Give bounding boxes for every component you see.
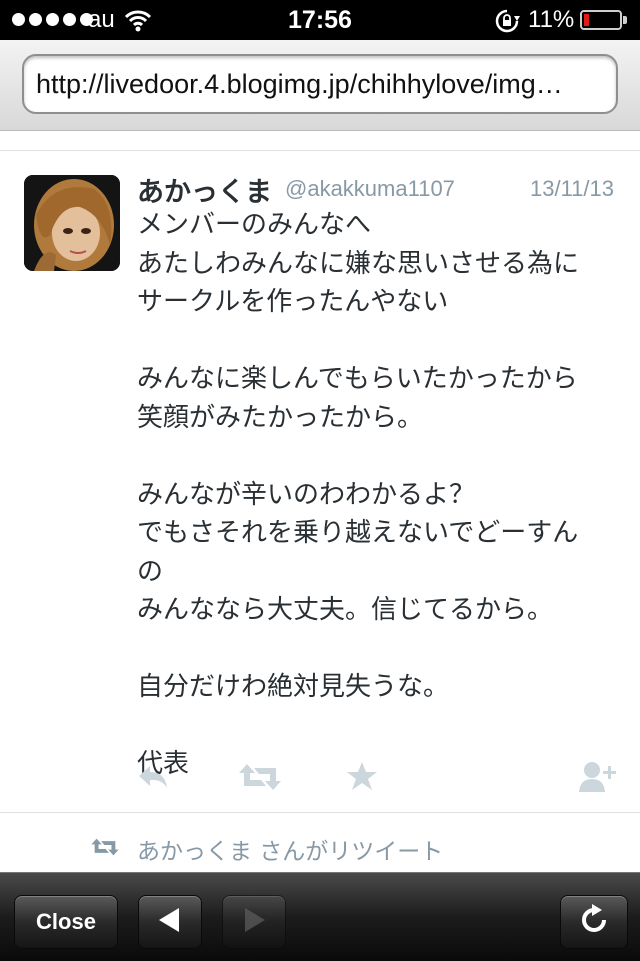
forward-button[interactable] xyxy=(222,895,286,949)
retweet-icon xyxy=(90,836,120,862)
tweet-line: メンバーのみんなへ xyxy=(137,210,372,240)
status-bar: au 17:56 11% xyxy=(0,0,640,40)
tweet-author[interactable]: あかっくま xyxy=(137,170,272,209)
tweet-text: メンバーのみんなへ あたしわみんなに嫌な思いさせる為に サークルを作ったんやない… xyxy=(137,206,622,784)
rotation-lock-icon xyxy=(494,8,520,39)
divider xyxy=(0,150,640,151)
retweet-attribution: あかっくま さんがリツイート xyxy=(0,830,640,866)
back-button[interactable] xyxy=(138,895,202,949)
favorite-icon[interactable] xyxy=(346,760,378,796)
browser-toolbar: Close xyxy=(0,872,640,961)
battery-percent: 11% xyxy=(528,6,575,33)
divider xyxy=(0,812,640,813)
tweet-line xyxy=(137,707,622,746)
tweet-line: あたしわみんなに嫌な思いさせる為に xyxy=(137,248,580,279)
tweet-line xyxy=(137,437,622,476)
forward-arrow-icon xyxy=(241,906,267,938)
tweet-handle[interactable]: @akakkuma1107 xyxy=(285,176,455,202)
tweet-date: 13/11/13 xyxy=(529,176,614,201)
url-field[interactable]: http://livedoor.4.blogimg.jp/chihhylove/… xyxy=(22,54,618,114)
tweet-line: 自分だけわ絶対見失うな。 xyxy=(137,672,450,702)
tweet-line: の xyxy=(137,556,164,587)
retweet-icon[interactable] xyxy=(238,760,282,798)
tweet-line: サークルを作ったんやない xyxy=(137,287,449,317)
battery-icon xyxy=(580,10,627,30)
tweet-line xyxy=(137,322,622,361)
close-button[interactable]: Close xyxy=(14,895,118,949)
tweet-actions xyxy=(0,760,640,800)
reload-button[interactable] xyxy=(560,895,628,949)
avatar[interactable] xyxy=(24,175,120,271)
tweet-line xyxy=(137,630,622,669)
reply-icon[interactable] xyxy=(136,760,170,798)
back-arrow-icon xyxy=(157,906,183,938)
tweet-line: でもさそれを乗り越えないでどーすん xyxy=(137,518,579,548)
tweet-line: みんなが辛いのわわかるよ？ xyxy=(137,479,476,510)
tweet-line: みんななら大丈夫。信じてるから。 xyxy=(137,595,554,625)
tweet-line: みんなに楽しんでもらいたかったから xyxy=(137,364,578,394)
url-bar: http://livedoor.4.blogimg.jp/chihhylove/… xyxy=(0,40,640,131)
retweet-attribution-label: あかっくま さんがリツイート xyxy=(137,839,444,865)
follow-icon[interactable] xyxy=(578,760,618,798)
tweet-line: 笑顔がみたかったから。 xyxy=(137,402,424,433)
reload-icon xyxy=(578,904,610,940)
